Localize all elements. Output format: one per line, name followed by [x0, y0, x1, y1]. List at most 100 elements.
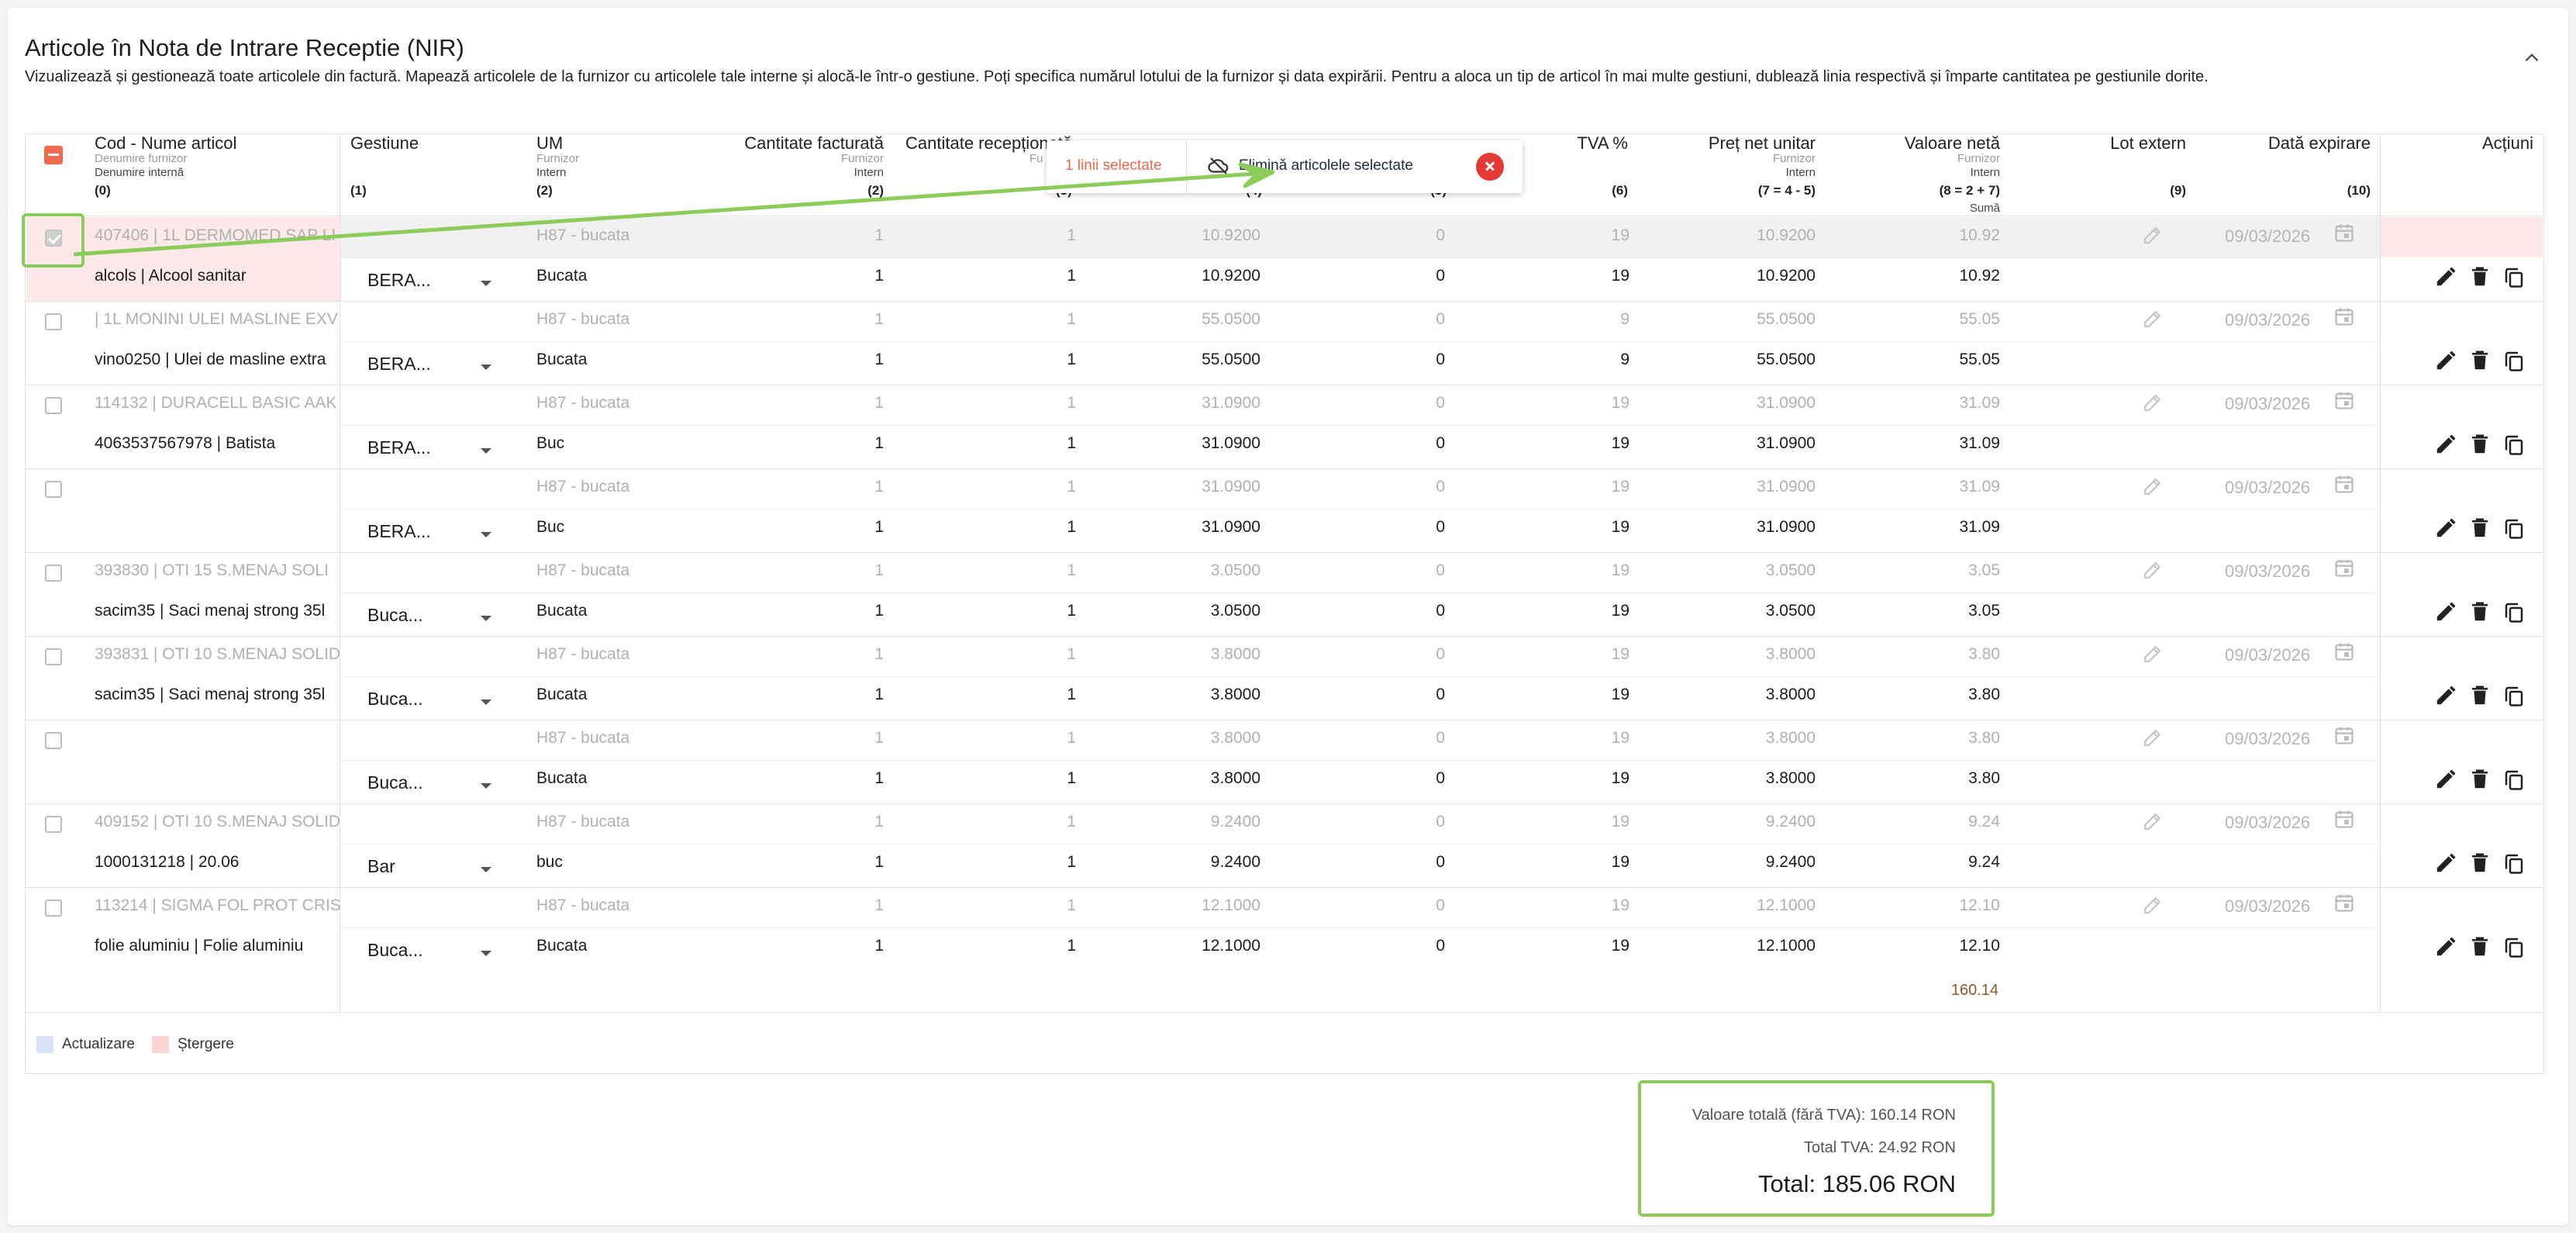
col-header-lot-extern: Lot extern (9)	[2110, 133, 2186, 198]
chevron-down-icon[interactable]	[481, 783, 491, 789]
um-supplier: H87 - bucata	[536, 729, 630, 747]
cant-facturata-supplier: 1	[874, 729, 884, 747]
close-selection-button[interactable]	[1476, 153, 1504, 181]
calendar-icon[interactable]	[2333, 306, 2355, 329]
copy-icon[interactable]	[2502, 516, 2526, 540]
edit-icon[interactable]	[2434, 265, 2457, 288]
edit-icon[interactable]	[2434, 516, 2457, 540]
edit-lot-icon[interactable]	[2141, 642, 2164, 665]
copy-icon[interactable]	[2502, 433, 2526, 456]
edit-icon[interactable]	[2434, 433, 2457, 456]
total-without-vat: Valoare totală (fără TVA): 160.14 RON	[1691, 1107, 1956, 1124]
cloud-off-icon	[1208, 157, 1229, 174]
um-internal: Bucata	[536, 267, 588, 285]
row-checkbox[interactable]	[45, 565, 62, 582]
chevron-down-icon[interactable]	[481, 532, 491, 537]
edit-icon[interactable]	[2434, 600, 2457, 623]
expiry-date-input: 09/03/2026	[2225, 645, 2311, 665]
internal-article-name: sacim35 | Saci menaj strong 35l	[95, 602, 326, 620]
calendar-icon[interactable]	[2333, 641, 2355, 664]
edit-lot-icon[interactable]	[2141, 475, 2164, 498]
copy-icon[interactable]	[2502, 265, 2526, 288]
tva-supplier: 19	[1611, 561, 1629, 579]
copy-icon[interactable]	[2502, 935, 2526, 958]
delete-selected-button[interactable]: Elimină articolele selectate	[1239, 157, 1413, 174]
cant-receptionata-supplier: 1	[1067, 729, 1076, 747]
valoare-neta-internal: 3.80	[1968, 686, 2000, 703]
um-supplier: H87 - bucata	[536, 394, 630, 412]
chevron-down-icon[interactable]	[481, 951, 491, 956]
um-internal: buc	[536, 853, 563, 871]
chevron-up-icon[interactable]	[2522, 48, 2542, 68]
edit-lot-icon[interactable]	[2141, 391, 2164, 414]
select-all-checkbox[interactable]	[44, 146, 63, 164]
row-checkbox[interactable]	[45, 397, 62, 414]
valoare-neta-supplier: 10.92	[1959, 226, 2000, 244]
trash-icon[interactable]	[2468, 349, 2492, 372]
trash-icon[interactable]	[2468, 684, 2492, 707]
calendar-icon[interactable]	[2333, 724, 2355, 748]
edit-lot-icon[interactable]	[2141, 726, 2164, 749]
calendar-icon[interactable]	[2333, 473, 2355, 496]
copy-icon[interactable]	[2502, 349, 2526, 372]
copy-icon[interactable]	[2502, 684, 2526, 707]
um-internal: Bucata	[536, 937, 588, 955]
pret-net-supplier: 31.0900	[1757, 478, 1816, 496]
row-checkbox[interactable]	[45, 732, 62, 749]
calendar-icon[interactable]	[2333, 892, 2355, 915]
row-checkbox[interactable]	[45, 900, 62, 917]
edit-lot-icon[interactable]	[2141, 893, 2164, 917]
supplier-article-name: 113214 | SIGMA FOL PROT CRIS	[95, 896, 341, 914]
um-internal: Buc	[536, 518, 565, 536]
row-checkbox[interactable]	[45, 816, 62, 833]
reducere-internal: 0	[1436, 434, 1445, 452]
calendar-icon[interactable]	[2333, 808, 2355, 831]
row-checkbox[interactable]	[45, 481, 62, 498]
tva-supplier: 19	[1611, 226, 1629, 244]
selection-toolbar: 1 linii selectate Elimină articolele sel…	[1047, 140, 1522, 193]
internal-article-name: sacim35 | Saci menaj strong 35l	[95, 686, 326, 703]
chevron-down-icon[interactable]	[481, 364, 491, 370]
edit-lot-icon[interactable]	[2141, 558, 2164, 582]
cant-facturata-internal: 1	[874, 853, 884, 871]
col-header-cant-facturata: Cantitate facturată Furnizor Intern (2)	[744, 133, 884, 198]
chevron-down-icon[interactable]	[481, 867, 491, 872]
copy-icon[interactable]	[2502, 768, 2526, 791]
valoare-neta-internal: 10.92	[1959, 267, 2000, 285]
trash-icon[interactable]	[2468, 935, 2492, 958]
pret-net-supplier: 9.2400	[1765, 813, 1816, 831]
calendar-icon[interactable]	[2333, 222, 2355, 245]
trash-icon[interactable]	[2468, 516, 2492, 540]
trash-icon[interactable]	[2468, 851, 2492, 875]
chevron-down-icon[interactable]	[481, 699, 491, 705]
row-checkbox[interactable]	[45, 648, 62, 665]
edit-icon[interactable]	[2434, 935, 2457, 958]
trash-icon[interactable]	[2468, 265, 2492, 288]
copy-icon[interactable]	[2502, 600, 2526, 623]
chevron-down-icon[interactable]	[481, 281, 491, 286]
edit-lot-icon[interactable]	[2141, 810, 2164, 833]
edit-icon[interactable]	[2434, 768, 2457, 791]
pret-net-internal: 9.2400	[1765, 853, 1816, 871]
edit-lot-icon[interactable]	[2141, 223, 2164, 247]
cant-facturata-supplier: 1	[874, 478, 884, 496]
chevron-down-icon[interactable]	[481, 616, 491, 621]
trash-icon[interactable]	[2468, 768, 2492, 791]
calendar-icon[interactable]	[2333, 557, 2355, 580]
copy-icon[interactable]	[2502, 851, 2526, 875]
edit-lot-icon[interactable]	[2141, 307, 2164, 330]
row-checkbox[interactable]	[45, 313, 62, 330]
pret-lista-internal: 31.0900	[1202, 434, 1260, 452]
pret-net-internal: 10.9200	[1757, 267, 1816, 285]
chevron-down-icon[interactable]	[481, 448, 491, 454]
trash-icon[interactable]	[2468, 600, 2492, 623]
pret-lista-supplier: 12.1000	[1202, 896, 1260, 914]
calendar-icon[interactable]	[2333, 389, 2355, 413]
internal-article-name: 4063537567978 | Batista	[95, 434, 276, 452]
trash-icon[interactable]	[2468, 433, 2492, 456]
um-internal: Bucata	[536, 769, 588, 787]
edit-icon[interactable]	[2434, 684, 2457, 707]
cant-facturata-internal: 1	[874, 769, 884, 787]
edit-icon[interactable]	[2434, 349, 2457, 372]
edit-icon[interactable]	[2434, 851, 2457, 875]
